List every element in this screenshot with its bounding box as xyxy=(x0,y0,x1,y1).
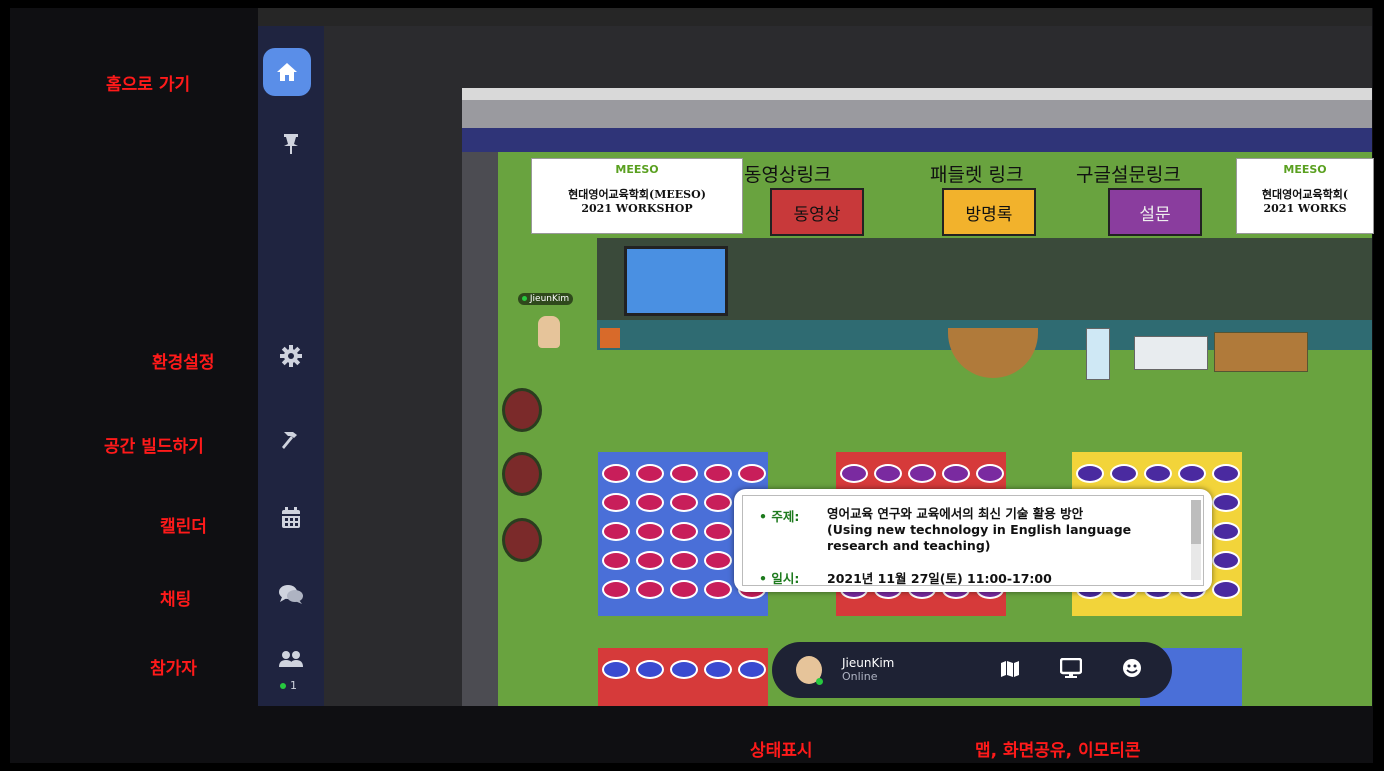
player-online-dot xyxy=(522,296,527,301)
user-status[interactable]: Online xyxy=(842,670,877,683)
poster-left[interactable]: MEESO 현대영어교육학회(MEESO) 2021 WORKSHOP xyxy=(531,158,743,234)
screen-share-icon xyxy=(1059,657,1083,678)
participant-count: 1 xyxy=(280,679,297,692)
poster-subtitle: 2021 WORKS xyxy=(1263,202,1347,215)
pin-icon xyxy=(284,134,298,154)
build-button[interactable] xyxy=(260,416,322,464)
calendar-icon xyxy=(282,507,300,528)
date-value: 2021년 11월 27일(토) 11:00-17:00 xyxy=(827,571,1052,586)
poster-logo: MEESO xyxy=(1283,163,1327,176)
poster-title: 현대영어교육학회(MEESO) xyxy=(568,188,706,201)
reception-desk xyxy=(948,328,1038,378)
player-avatar[interactable] xyxy=(538,316,560,348)
settings-button[interactable] xyxy=(260,332,322,380)
screen-object[interactable] xyxy=(624,246,728,316)
sign-survey-link: 구글설문링크 xyxy=(1076,164,1181,186)
map-icon xyxy=(1001,661,1019,677)
map-wall xyxy=(462,100,1372,128)
annotation-settings: 환경설정 xyxy=(152,353,215,373)
poster-subtitle: 2021 WORKSHOP xyxy=(581,202,693,215)
annotation-build: 공간 빌드하기 xyxy=(104,437,204,457)
participant-count-text: 1 xyxy=(290,679,297,692)
map-button[interactable] xyxy=(1000,660,1020,682)
participants-button[interactable] xyxy=(260,640,322,680)
video-banner[interactable]: 동영상 xyxy=(770,188,864,236)
chat-icon xyxy=(279,585,303,604)
sign-video-link: 동영상링크 xyxy=(744,164,832,186)
sign-padlet-link: 패들렛 링크 xyxy=(930,164,1024,186)
player-name: JieunKim xyxy=(529,294,570,304)
video-banner-label: 동영상 xyxy=(793,204,841,225)
annotation-calendar: 캘린더 xyxy=(160,517,207,537)
status-dot xyxy=(816,678,823,685)
topic-label: • 주제: xyxy=(759,509,800,524)
annotation-tools: 맵, 화면공유, 이모티콘 xyxy=(975,741,1141,761)
screen-share-button[interactable] xyxy=(1059,657,1083,682)
map-left-wall xyxy=(462,152,498,706)
topic-value-english-2: research and teaching) xyxy=(827,538,991,553)
emoji-button[interactable] xyxy=(1122,658,1142,682)
water-cooler xyxy=(1086,328,1110,380)
map-wall-top xyxy=(462,88,1372,100)
topic-value-english-1: (Using new technology in English languag… xyxy=(827,522,1132,537)
annotation-home: 홈으로 가기 xyxy=(106,75,191,95)
status-bar: JieunKim Online xyxy=(772,642,1172,698)
popup-scrollbar[interactable] xyxy=(1191,500,1201,580)
annotation-chat: 채팅 xyxy=(160,590,192,610)
users-icon xyxy=(279,651,303,667)
guestbook-banner[interactable]: 방명록 xyxy=(942,188,1036,236)
date-label: • 일시: xyxy=(759,571,800,586)
gear-icon xyxy=(280,345,302,367)
browser-top-bar xyxy=(258,8,1372,26)
cake-table xyxy=(1134,336,1208,370)
topic-value-korean: 영어교육 연구와 교육에서의 최신 기술 활용 방안 xyxy=(827,506,1084,521)
info-popup[interactable]: • 주제: 영어교육 연구와 교육에서의 최신 기술 활용 방안 (Using … xyxy=(734,489,1212,592)
rose-bush xyxy=(502,518,542,562)
survey-banner[interactable]: 설문 xyxy=(1108,188,1202,236)
online-dot xyxy=(280,682,286,689)
calendar-button[interactable] xyxy=(260,494,322,542)
survey-banner-label: 설문 xyxy=(1139,204,1171,225)
map-wall-base xyxy=(462,128,1372,152)
poster-logo: MEESO xyxy=(615,163,659,176)
megaphone-icon[interactable] xyxy=(600,328,620,348)
annotation-status: 상태표시 xyxy=(750,741,813,761)
home-button[interactable] xyxy=(263,48,311,96)
pin-button[interactable] xyxy=(260,120,322,168)
poster-title: 현대영어교육학회( xyxy=(1261,188,1349,201)
seat-block xyxy=(598,648,768,706)
player-nametag: JieunKim xyxy=(518,293,574,305)
poster-right[interactable]: MEESO 현대영어교육학회( 2021 WORKS xyxy=(1236,158,1374,234)
guestbook-banner-label: 방명록 xyxy=(965,204,1013,225)
info-popup-content[interactable]: • 주제: 영어교육 연구와 교육에서의 최신 기술 활용 방안 (Using … xyxy=(742,495,1204,586)
rose-bush xyxy=(502,452,542,496)
dessert-table xyxy=(1214,332,1308,372)
hammer-icon xyxy=(282,432,297,449)
home-icon xyxy=(277,63,297,81)
chat-button[interactable] xyxy=(260,570,322,618)
user-name[interactable]: JieunKim xyxy=(842,656,894,670)
rose-bush xyxy=(502,388,542,432)
annotation-participants: 참가자 xyxy=(150,659,197,679)
emoji-icon xyxy=(1123,659,1141,677)
popup-scrollbar-thumb[interactable] xyxy=(1191,500,1201,544)
